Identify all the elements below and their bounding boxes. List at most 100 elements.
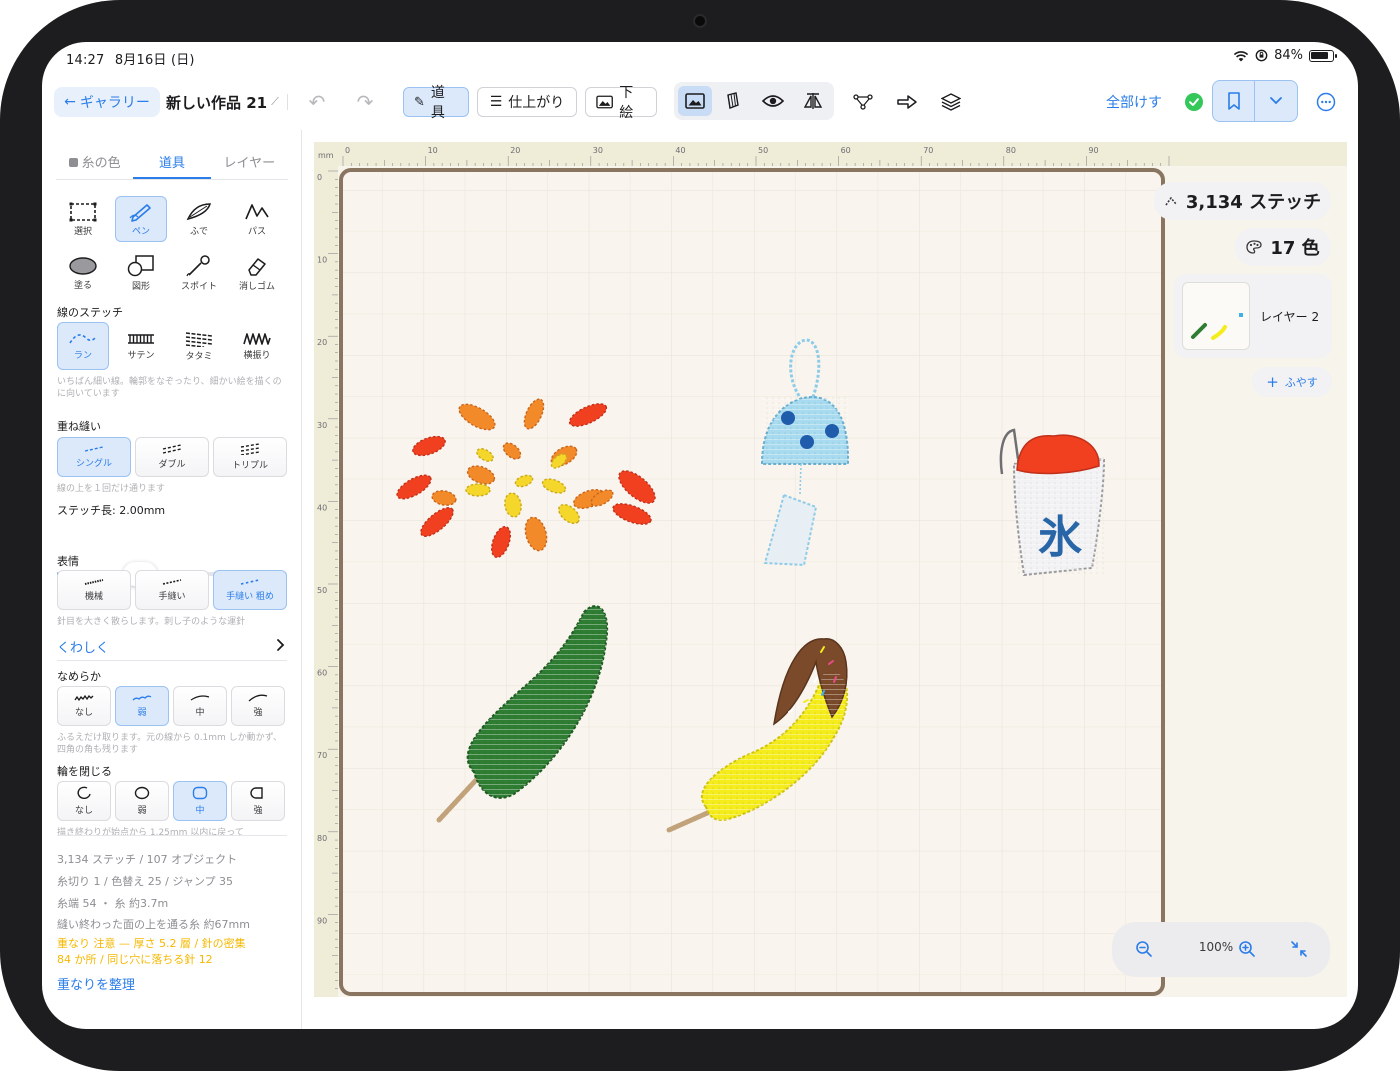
close-section-title: 輪を閉じる bbox=[57, 765, 112, 778]
smooth-weak[interactable]: 弱 bbox=[115, 686, 169, 726]
panel-tabs: 糸の色 道具 レイヤー bbox=[56, 152, 288, 180]
expression-hand-rough[interactable]: 手縫い 粗め bbox=[213, 570, 287, 610]
collapse-arrows-icon bbox=[1291, 941, 1307, 957]
tab-tools[interactable]: 道具 bbox=[133, 152, 211, 179]
zoom-out-button[interactable] bbox=[1129, 934, 1159, 964]
share-icon[interactable] bbox=[892, 87, 922, 117]
layers-3d-toggle[interactable] bbox=[716, 86, 750, 116]
more-options-icon[interactable] bbox=[1311, 87, 1341, 117]
symmetry-icon bbox=[803, 93, 823, 109]
expression-machine[interactable]: 機械 bbox=[57, 570, 131, 610]
panel-divider bbox=[57, 660, 287, 661]
tool-brush[interactable]: ふで bbox=[173, 196, 225, 242]
pen-nib-icon bbox=[129, 203, 151, 222]
close-medium[interactable]: 中 bbox=[173, 781, 227, 821]
tool-path[interactable]: パス bbox=[231, 196, 283, 242]
document-title[interactable]: 新しい作品 21 ⟋ bbox=[166, 87, 279, 117]
photo-icon bbox=[685, 93, 705, 109]
smooth-strong[interactable]: 強 bbox=[231, 686, 285, 726]
tool-fill[interactable]: 塗る bbox=[57, 250, 109, 296]
repeat-hint: 線の上を１回だけ通ります bbox=[57, 484, 166, 494]
single-line-icon bbox=[84, 446, 104, 452]
tool-panel: 糸の色 道具 レイヤー 選択 ペン ふで パス 塗る 図形 スポイト 消しゴム … bbox=[42, 130, 302, 1029]
ruler-y-label: 80 bbox=[317, 834, 327, 843]
add-layer-button[interactable]: + ふやす bbox=[1252, 367, 1332, 397]
zoom-in-button[interactable] bbox=[1232, 934, 1262, 964]
repeat-double[interactable]: ダブル bbox=[135, 437, 209, 477]
close-strong-icon bbox=[250, 787, 263, 799]
stat-thread: 糸端 54 ・ 糸 約3.7m bbox=[57, 897, 169, 910]
ruler-unit: mm bbox=[318, 151, 334, 160]
zoom-out-icon bbox=[1136, 941, 1152, 957]
layers-stack-icon[interactable] bbox=[936, 87, 966, 117]
pen-icon: ✎ bbox=[414, 94, 425, 110]
mode-tools-button[interactable]: ✎ 道具 bbox=[403, 85, 469, 121]
eyedropper-icon bbox=[186, 254, 210, 276]
toolbar-divider bbox=[287, 94, 288, 110]
panel-divider bbox=[57, 835, 287, 836]
node-edit-icon[interactable] bbox=[848, 87, 878, 117]
organize-overlap-button[interactable]: 重なりを整理 bbox=[57, 974, 135, 993]
symmetry-toggle[interactable] bbox=[796, 86, 830, 116]
underlay-image-toggle[interactable] bbox=[678, 86, 712, 116]
stat-trims: 糸切り 1 / 色替え 25 / ジャンプ 35 bbox=[57, 875, 234, 888]
close-weak[interactable]: 弱 bbox=[115, 781, 169, 821]
tool-eraser[interactable]: 消しゴム bbox=[231, 250, 283, 296]
zoom-control: 100% bbox=[1112, 922, 1330, 977]
details-link[interactable]: くわしく bbox=[57, 637, 109, 656]
smooth-none[interactable]: なし bbox=[57, 686, 111, 726]
stitch-zigzag[interactable]: 横振り bbox=[231, 322, 283, 370]
swatch-icon bbox=[68, 158, 78, 167]
shape-icon bbox=[127, 254, 154, 276]
bookmark-button[interactable] bbox=[1213, 81, 1255, 121]
gallery-button[interactable]: ← ギャラリー bbox=[54, 87, 160, 117]
stitch-tatami[interactable]: タタミ bbox=[173, 322, 225, 370]
ruler-y-label: 10 bbox=[317, 256, 327, 265]
repeat-single[interactable]: シングル bbox=[57, 437, 131, 477]
smooth-weak-icon bbox=[132, 695, 152, 701]
check-status-icon bbox=[1185, 93, 1203, 111]
preview-toggle[interactable] bbox=[756, 86, 790, 116]
bookmark-split-button bbox=[1212, 80, 1298, 122]
mode-underlay-button[interactable]: 下絵 bbox=[585, 85, 657, 121]
zoom-in-icon bbox=[1239, 941, 1255, 957]
close-none[interactable]: なし bbox=[57, 781, 111, 821]
smooth-none-icon bbox=[74, 694, 94, 702]
tool-select[interactable]: 選択 bbox=[57, 196, 109, 242]
stitch-run[interactable]: ラン bbox=[57, 322, 109, 370]
ruler-x-label: 60 bbox=[841, 146, 851, 155]
plus-icon: + bbox=[1266, 373, 1279, 391]
smooth-medium[interactable]: 中 bbox=[173, 686, 227, 726]
tab-thread-color[interactable]: 糸の色 bbox=[56, 152, 133, 179]
repeat-section-title: 重ね縫い bbox=[57, 420, 101, 433]
ruler-y-label: 70 bbox=[317, 751, 327, 760]
wifi-icon bbox=[1233, 50, 1249, 61]
tool-eyedropper[interactable]: スポイト bbox=[173, 250, 225, 296]
hand-stitch-icon bbox=[162, 579, 182, 585]
close-strong[interactable]: 強 bbox=[231, 781, 285, 821]
expression-hand[interactable]: 手縫い bbox=[135, 570, 209, 610]
redo-icon[interactable]: ↷ bbox=[350, 87, 380, 117]
stitch-satin[interactable]: サテン bbox=[115, 322, 167, 370]
fit-screen-button[interactable] bbox=[1284, 934, 1314, 964]
bookmark-menu-button[interactable] bbox=[1255, 81, 1297, 121]
mode-finish-button[interactable]: ☰ 仕上がり bbox=[477, 87, 577, 117]
repeat-triple[interactable]: トリプル bbox=[213, 437, 287, 477]
ruler-x-label: 30 bbox=[593, 146, 603, 155]
ruler-top bbox=[314, 142, 1347, 166]
clock: 14:27 bbox=[66, 53, 105, 68]
tool-pen[interactable]: ペン bbox=[115, 196, 167, 242]
shaved-ice-design[interactable]: 氷 bbox=[999, 428, 1106, 577]
ruler-x-label: 50 bbox=[758, 146, 768, 155]
cube-icon bbox=[727, 92, 739, 109]
layer-card[interactable]: レイヤー 2 bbox=[1174, 274, 1332, 358]
tool-shape[interactable]: 図形 bbox=[115, 250, 167, 296]
undo-icon[interactable]: ↶ bbox=[302, 87, 332, 117]
ruler-left bbox=[314, 142, 338, 997]
ice-kanji: 氷 bbox=[1038, 512, 1082, 563]
tab-layers[interactable]: レイヤー bbox=[211, 152, 288, 179]
chevron-right-icon[interactable] bbox=[276, 638, 286, 652]
close-medium-icon bbox=[192, 786, 208, 800]
erase-all-button[interactable]: 全部けす bbox=[1106, 87, 1162, 117]
embroidery-canvas[interactable]: 0 10 20 30 40 50 60 70 80 90 0 10 20 30 40 50 60 70 80 90 m… bbox=[314, 142, 1347, 997]
